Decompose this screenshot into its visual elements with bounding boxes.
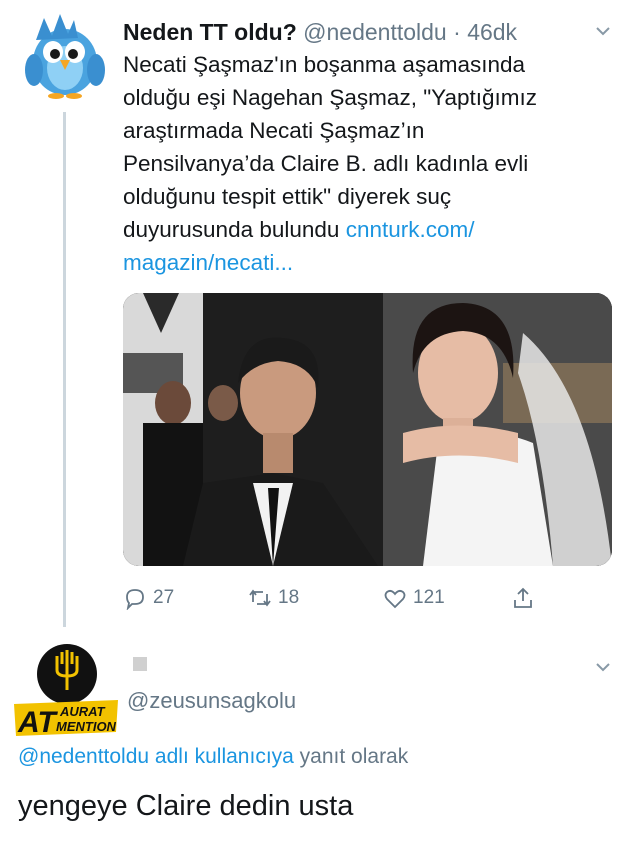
tweet-actions: 27 18 121 xyxy=(123,582,543,614)
tweet-link[interactable]: cnnturk.com/ xyxy=(346,217,475,242)
reply-author-handle[interactable]: @zeusunsagkolu xyxy=(127,688,296,714)
author-handle[interactable]: @nedenttoldu xyxy=(303,19,447,45)
reply-tweet[interactable]: AT AURAT MENTION @zeusunsagkolu @nedentt… xyxy=(0,630,635,867)
like-count: 121 xyxy=(413,587,445,608)
avatar-text-top: AURAT xyxy=(59,704,106,719)
heart-icon xyxy=(384,589,406,609)
chevron-down-icon[interactable] xyxy=(594,22,612,40)
avatar-text-bottom: MENTION xyxy=(56,719,117,734)
like-button[interactable]: 121 xyxy=(383,582,445,614)
tweet-link-continued[interactable]: magazin/necati... xyxy=(123,250,293,275)
tweet-time[interactable]: 46dk xyxy=(467,19,517,45)
tweet-text-line: olduğu eşi Nagehan Şaşmaz, "Yaptığımız xyxy=(123,85,538,110)
reply-avatar[interactable]: AT AURAT MENTION xyxy=(12,642,122,742)
tweet-text-line: Pensilvanya’da Claire B. adlı kadınla ev… xyxy=(123,151,529,176)
tweet-text: Necati Şaşmaz'ın boşanma aşamasında oldu… xyxy=(123,48,618,279)
reply-icon xyxy=(126,589,144,610)
tweet-text-line: magazin/necati... xyxy=(123,246,618,279)
tweet-text-line: duyurusunda bulundu cnnturk.com/ xyxy=(123,213,618,246)
author-name[interactable]: Neden TT oldu? xyxy=(123,19,297,45)
profile-avatar-bird-icon[interactable] xyxy=(22,10,108,100)
share-icon xyxy=(514,587,532,608)
tweet-text-span: duyurusunda bulundu xyxy=(123,217,346,242)
tweet-text-line: olduğunu tespit ettik" diyerek suç xyxy=(123,184,452,209)
replying-to: @nedenttoldu adlı kullanıcıya yanıt olar… xyxy=(18,745,408,769)
avatar-prefix: AT xyxy=(17,706,58,739)
retweet-icon xyxy=(249,589,271,607)
reply-button[interactable]: 27 xyxy=(123,582,174,614)
retweet-count: 18 xyxy=(278,587,300,608)
replying-to-mention[interactable]: @nedenttoldu adlı kullanıcıya xyxy=(18,745,294,768)
tweet-text-line: araştırmada Necati Şaşmaz’ın xyxy=(123,118,425,143)
reply-text: yengeye Claire dedin usta xyxy=(18,790,354,822)
share-button[interactable] xyxy=(511,582,541,614)
reply-author-name-placeholder xyxy=(133,657,147,671)
tweet-header: Neden TT oldu? @nedenttoldu · 46dk xyxy=(123,18,517,46)
separator-dot: · xyxy=(453,19,461,45)
retweet-button[interactable]: 18 xyxy=(248,582,299,614)
tweet-photo[interactable] xyxy=(123,293,612,566)
tweet-text-line: Necati Şaşmaz'ın boşanma aşamasında xyxy=(123,52,526,77)
reply-count: 27 xyxy=(153,587,175,608)
replying-to-suffix: yanıt olarak xyxy=(293,745,409,768)
thread-line xyxy=(63,112,66,627)
tweet[interactable]: Neden TT oldu? @nedenttoldu · 46dk Necat… xyxy=(0,0,635,630)
chevron-down-icon[interactable] xyxy=(594,658,612,676)
